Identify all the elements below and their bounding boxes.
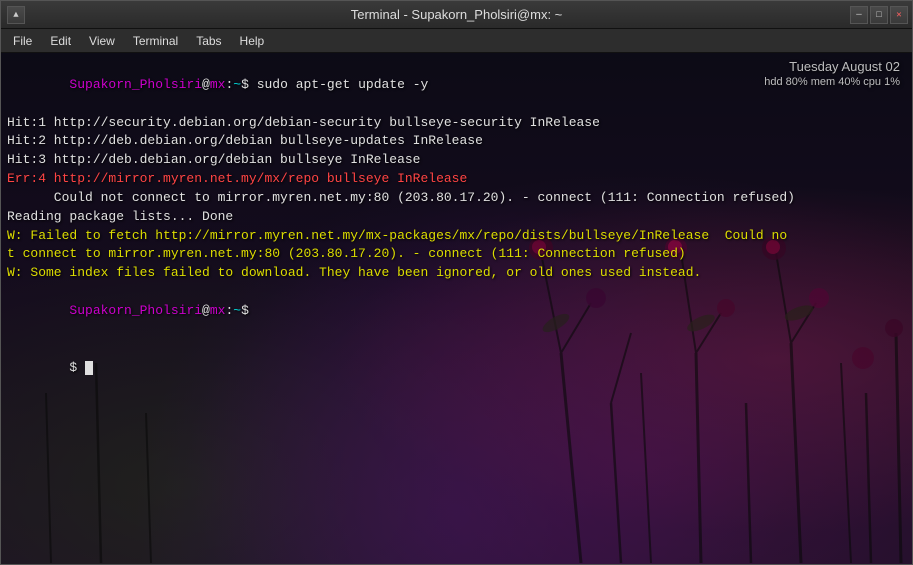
menu-tabs[interactable]: Tabs bbox=[188, 32, 229, 50]
menu-view[interactable]: View bbox=[81, 32, 123, 50]
prompt-host: mx bbox=[210, 77, 226, 92]
titlebar-up-button[interactable]: ▲ bbox=[7, 6, 25, 24]
terminal-line-12[interactable]: $ bbox=[7, 340, 906, 397]
terminal-area[interactable]: Tuesday August 02 hdd 80% mem 40% cpu 1%… bbox=[1, 53, 912, 564]
menubar: File Edit View Terminal Tabs Help bbox=[1, 29, 912, 53]
titlebar-left-controls: ▲ bbox=[1, 6, 25, 24]
terminal-line-6: Could not connect to mirror.myren.net.my… bbox=[7, 189, 906, 208]
prompt-host-2: mx bbox=[210, 303, 226, 318]
prompt-user: Supakorn_Pholsiri bbox=[69, 77, 202, 92]
terminal-line-4: Hit:3 http://deb.debian.org/debian bulls… bbox=[7, 151, 906, 170]
terminal-line-8: W: Failed to fetch http://mirror.myren.n… bbox=[7, 227, 906, 246]
terminal-line-9: t connect to mirror.myren.net.my:80 (203… bbox=[7, 245, 906, 264]
maximize-button[interactable]: □ bbox=[870, 6, 888, 24]
terminal-line-7: Reading package lists... Done bbox=[7, 208, 906, 227]
minimize-button[interactable]: ─ bbox=[850, 6, 868, 24]
input-dollar: $ bbox=[69, 360, 85, 375]
terminal-line-5: Err:4 http://mirror.myren.net.my/mx/repo… bbox=[7, 170, 906, 189]
prompt-dollar-2: $ bbox=[241, 303, 249, 318]
prompt-path-2: ~ bbox=[233, 303, 241, 318]
prompt-user-2: Supakorn_Pholsiri bbox=[69, 303, 202, 318]
prompt-dollar-1: $ sudo apt-get update -y bbox=[241, 77, 428, 92]
terminal-line-1: Supakorn_Pholsiri@mx:~$ sudo apt-get upd… bbox=[7, 57, 906, 114]
titlebar-title: Terminal - Supakorn_Pholsiri@mx: ~ bbox=[351, 7, 563, 22]
titlebar-right-controls: ─ □ ✕ bbox=[850, 6, 912, 24]
terminal-line-11: Supakorn_Pholsiri@mx:~$ bbox=[7, 283, 906, 340]
terminal-line-2: Hit:1 http://security.debian.org/debian-… bbox=[7, 114, 906, 133]
menu-terminal[interactable]: Terminal bbox=[125, 32, 186, 50]
terminal-line-10: W: Some index files failed to download. … bbox=[7, 264, 906, 283]
prompt-at-2: @ bbox=[202, 303, 210, 318]
prompt-at: @ bbox=[202, 77, 210, 92]
terminal-output[interactable]: Supakorn_Pholsiri@mx:~$ sudo apt-get upd… bbox=[1, 53, 912, 564]
menu-file[interactable]: File bbox=[5, 32, 40, 50]
terminal-cursor bbox=[85, 361, 93, 375]
menu-edit[interactable]: Edit bbox=[42, 32, 79, 50]
terminal-window: ▲ Terminal - Supakorn_Pholsiri@mx: ~ ─ □… bbox=[0, 0, 913, 565]
titlebar: ▲ Terminal - Supakorn_Pholsiri@mx: ~ ─ □… bbox=[1, 1, 912, 29]
prompt-path: ~ bbox=[233, 77, 241, 92]
menu-help[interactable]: Help bbox=[232, 32, 273, 50]
close-button[interactable]: ✕ bbox=[890, 6, 908, 24]
terminal-line-3: Hit:2 http://deb.debian.org/debian bulls… bbox=[7, 132, 906, 151]
